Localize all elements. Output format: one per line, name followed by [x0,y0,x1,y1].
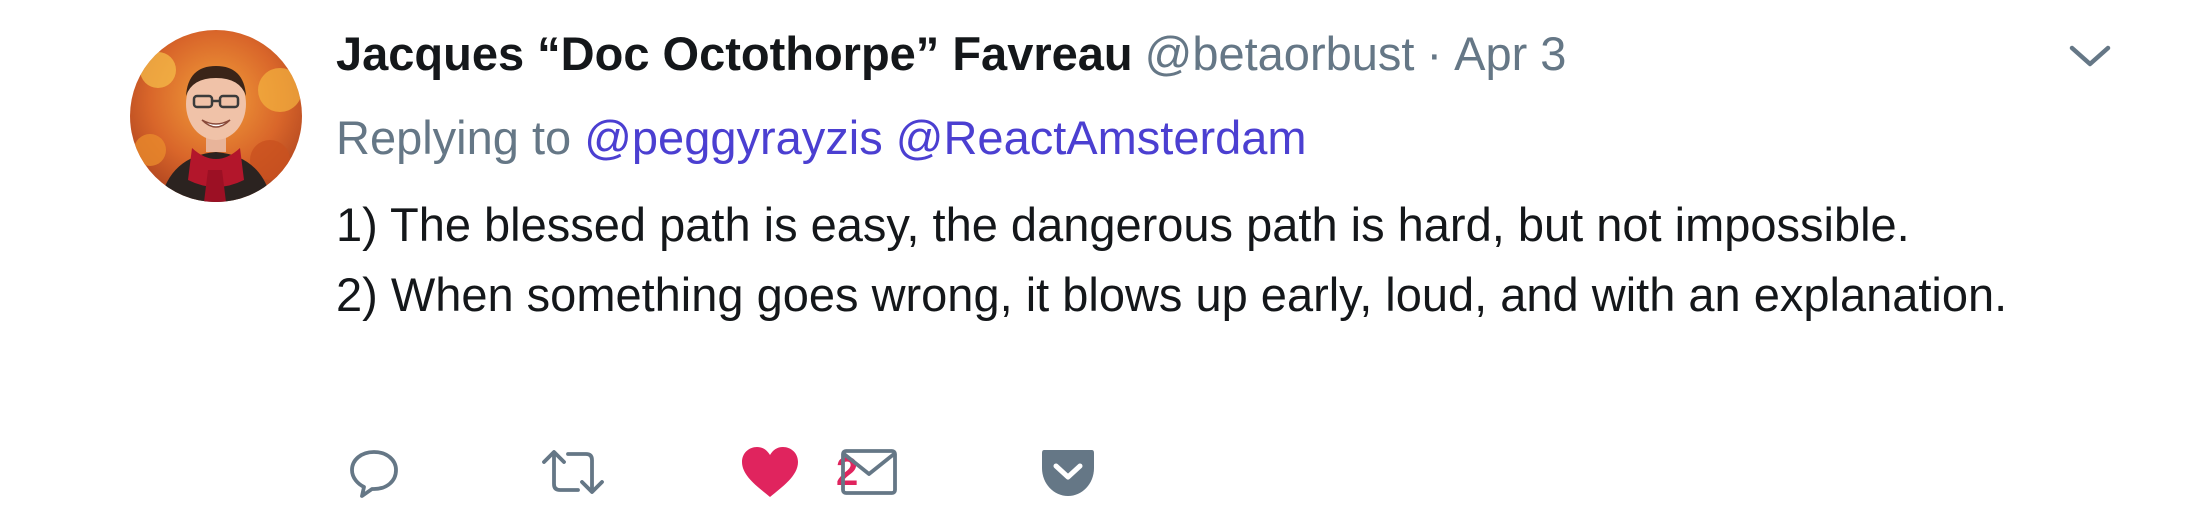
tweet-actions: 2 [336,440,1636,504]
mention-link[interactable]: @ReactAmsterdam [896,111,1307,164]
envelope-icon [841,449,897,495]
author-name[interactable]: Jacques “Doc Octothorpe” Favreau [336,27,1133,80]
pocket-icon [1042,450,1094,496]
avatar[interactable] [130,30,302,202]
tweet-text-line: 2) When something goes wrong, it blows u… [336,268,2008,321]
tweet-date[interactable]: Apr 3 [1454,27,1566,80]
reply-icon [350,450,398,498]
chevron-down-icon[interactable] [2062,36,2118,76]
direct-message-button[interactable] [840,440,898,504]
replying-to-label: Replying to [336,111,572,164]
mention-link[interactable]: @peggyrayzis [584,111,883,164]
author-handle[interactable]: @betaorbust [1145,27,1415,80]
tweet-text: 1) The blessed path is easy, the dangero… [336,190,2056,330]
tweet: Jacques “Doc Octothorpe” Favreau @betaorb… [0,0,2208,528]
replying-to: Replying to @peggyrayzis @ReactAmsterdam [336,106,1307,170]
separator-dot: · [1426,27,1443,80]
heart-icon [742,447,798,497]
tweet-text-line: 1) The blessed path is easy, the dangero… [336,198,1910,251]
retweet-icon [542,450,604,494]
pocket-button[interactable] [1040,440,1096,504]
retweet-button[interactable] [540,440,606,504]
tweet-header: Jacques “Doc Octothorpe” Favreau @betaorb… [336,22,1566,86]
reply-button[interactable] [346,440,402,504]
